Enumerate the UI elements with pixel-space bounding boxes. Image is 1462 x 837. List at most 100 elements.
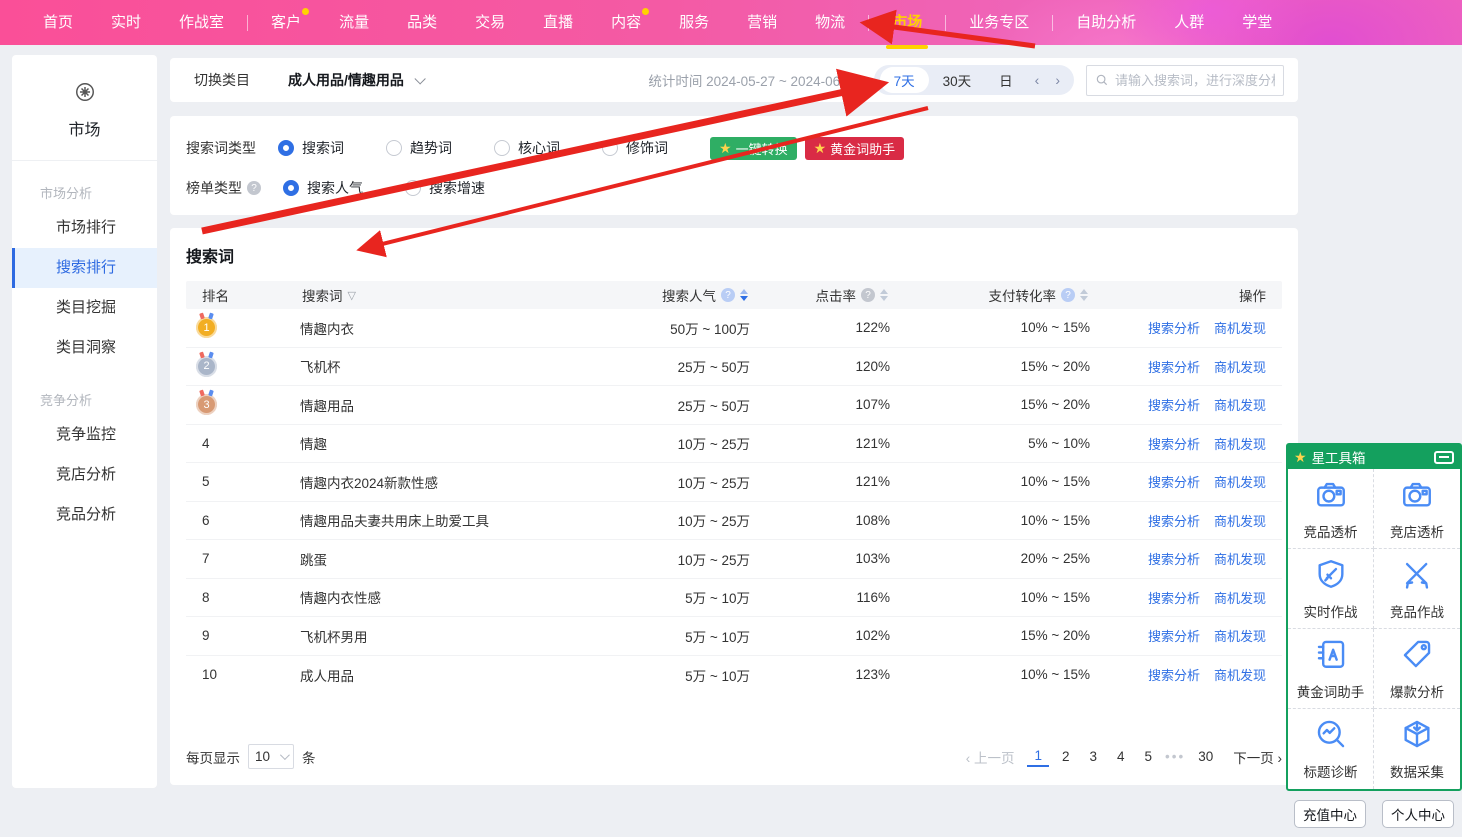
sidebar-item-0-2[interactable]: 类目挖掘 [12, 288, 157, 328]
help-icon[interactable]: ? [721, 288, 735, 302]
opportunity-discovery-link[interactable]: 商机发现 [1214, 511, 1266, 530]
sidebar-item-0-1[interactable]: 搜索排行 [12, 248, 157, 288]
word-type-radio-0[interactable]: 搜索词 [278, 138, 344, 158]
nav-item-7[interactable]: 直播 [543, 0, 573, 45]
search-analysis-link[interactable]: 搜索分析 [1148, 472, 1200, 491]
opportunity-discovery-link[interactable]: 商机发现 [1214, 588, 1266, 607]
sort-ctr[interactable] [880, 289, 888, 301]
toolbox-item-3[interactable]: 竞品作战 [1374, 549, 1460, 629]
toolbox-item-6[interactable]: 标题诊断 [1288, 709, 1374, 789]
nav-item-9[interactable]: 服务 [679, 0, 709, 45]
nav-item-6[interactable]: 交易 [475, 0, 505, 45]
sort-cvr[interactable] [1080, 289, 1088, 301]
page-number-5[interactable]: 5 [1138, 747, 1160, 766]
search-analysis-link[interactable]: 搜索分析 [1148, 395, 1200, 414]
nav-item-11[interactable]: 物流 [815, 0, 845, 45]
one-click-convert-button[interactable]: ★ 一键转换 [710, 137, 797, 160]
sidebar-item-1-0[interactable]: 竞争监控 [12, 415, 157, 455]
search-analysis-link[interactable]: 搜索分析 [1148, 588, 1200, 607]
opportunity-discovery-link[interactable]: 商机发现 [1214, 357, 1266, 376]
help-icon[interactable]: ? [247, 181, 261, 195]
sidebar-app-title: 市场 [12, 116, 157, 140]
search-analysis-link[interactable]: 搜索分析 [1148, 511, 1200, 530]
prev-date-arrow[interactable]: ‹ [1027, 72, 1048, 88]
toolbox-item-4[interactable]: 黄金词助手 [1288, 629, 1374, 709]
sidebar-item-1-1[interactable]: 竞店分析 [12, 455, 157, 495]
nav-item-4[interactable]: 流量 [339, 0, 369, 45]
shield-sword-icon [1314, 557, 1348, 594]
nav-item-5[interactable]: 品类 [407, 0, 437, 45]
search-analysis-link[interactable]: 搜索分析 [1148, 665, 1200, 684]
opportunity-discovery-link[interactable]: 商机发现 [1214, 472, 1266, 491]
toolbox-item-0[interactable]: 竞品透析 [1288, 469, 1374, 549]
word-cell: 成人用品 [300, 665, 610, 685]
search-analysis-link[interactable]: 搜索分析 [1148, 318, 1200, 337]
chevron-down-icon [414, 73, 425, 84]
golden-word-helper-button[interactable]: ★ 黄金词助手 [805, 137, 905, 160]
recharge-center-button[interactable]: 充值中心 [1294, 800, 1366, 828]
search-input-box[interactable] [1086, 65, 1284, 96]
opportunity-discovery-link[interactable]: 商机发现 [1214, 434, 1266, 453]
toolbox-item-2[interactable]: 实时作战 [1288, 549, 1374, 629]
help-icon[interactable]: ? [1061, 288, 1075, 302]
range-option-0[interactable]: 7天 [880, 67, 929, 93]
toolbox-header[interactable]: ★ 星工具箱 [1288, 445, 1460, 469]
word-type-radio-1[interactable]: 趋势词 [386, 138, 452, 158]
page-number-2[interactable]: 2 [1055, 747, 1077, 766]
opportunity-discovery-link[interactable]: 商机发现 [1214, 395, 1266, 414]
toolbox-item-5[interactable]: 爆款分析 [1374, 629, 1460, 709]
minimize-button[interactable] [1434, 451, 1454, 464]
nav-item-1[interactable]: 实时 [111, 0, 141, 45]
sidebar-item-0-3[interactable]: 类目洞察 [12, 328, 157, 368]
sidebar-item-0-0[interactable]: 市场排行 [12, 208, 157, 248]
page-number-1[interactable]: 1 [1027, 746, 1049, 767]
page-size-select[interactable]: 10 [248, 744, 294, 769]
personal-center-button[interactable]: 个人中心 [1382, 800, 1454, 828]
opportunity-discovery-link[interactable]: 商机发现 [1214, 626, 1266, 645]
search-analysis-link[interactable]: 搜索分析 [1148, 357, 1200, 376]
nav-item-10[interactable]: 营销 [747, 0, 777, 45]
page-number-30[interactable]: 30 [1191, 747, 1220, 766]
filter-funnel-icon[interactable]: ▽ [348, 289, 356, 302]
word-cell: 情趣用品 [300, 395, 610, 415]
page-number-3[interactable]: 3 [1082, 747, 1104, 766]
nav-item-3[interactable]: 客户 [271, 0, 301, 45]
word-type-radio-2[interactable]: 核心词 [494, 138, 560, 158]
nav-item-12[interactable]: 市场 [892, 0, 922, 45]
opportunity-discovery-link[interactable]: 商机发现 [1214, 665, 1266, 684]
word-cell: 情趣内衣 [300, 318, 610, 338]
search-analysis-link[interactable]: 搜索分析 [1148, 626, 1200, 645]
opportunity-discovery-link[interactable]: 商机发现 [1214, 318, 1266, 337]
prev-page-button[interactable]: ‹ 上一页 [966, 747, 1015, 767]
nav-item-16[interactable]: 学堂 [1242, 0, 1272, 45]
word-type-radio-3[interactable]: 修饰词 [602, 138, 668, 158]
nav-item-15[interactable]: 人群 [1174, 0, 1204, 45]
nav-item-2[interactable]: 作战室 [179, 0, 224, 45]
nav-item-14[interactable]: 自助分析 [1076, 0, 1136, 45]
search-analysis-link[interactable]: 搜索分析 [1148, 549, 1200, 568]
opportunity-discovery-link[interactable]: 商机发现 [1214, 549, 1266, 568]
nav-item-0[interactable]: 首页 [43, 0, 73, 45]
rank-type-radio-1[interactable]: 搜索增速 [405, 178, 485, 198]
sort-popularity[interactable] [740, 289, 748, 301]
nav-item-8[interactable]: 内容 [611, 0, 641, 45]
rank-medal-gold-icon: 1 [196, 317, 217, 338]
table-row-2: 2飞机杯25万 ~ 50万120%15% ~ 20%搜索分析商机发现 [186, 348, 1282, 387]
nav-item-13[interactable]: 业务专区 [969, 0, 1029, 45]
rank-type-radio-0[interactable]: 搜索人气 [283, 178, 363, 198]
ctr-cell: 120% [750, 359, 890, 374]
range-option-1[interactable]: 30天 [929, 67, 986, 93]
next-page-button[interactable]: 下一页 › [1233, 747, 1282, 767]
toolbox-item-7[interactable]: 数据采集 [1374, 709, 1460, 789]
next-date-arrow[interactable]: › [1047, 72, 1068, 88]
toolbox-item-1[interactable]: 竞店透析 [1374, 469, 1460, 549]
page-number-4[interactable]: 4 [1110, 747, 1132, 766]
help-icon[interactable]: ? [861, 288, 875, 302]
word-cell: 情趣用品夫妻共用床上助爱工具 [300, 510, 610, 530]
search-analysis-link[interactable]: 搜索分析 [1148, 434, 1200, 453]
range-option-2[interactable]: 日 [985, 67, 1027, 93]
sidebar-item-1-2[interactable]: 竞品分析 [12, 495, 157, 535]
search-input[interactable] [1115, 73, 1275, 88]
category-selector[interactable]: 成人用品/情趣用品 [288, 70, 422, 90]
rank-type-radios: 搜索人气 搜索增速 [283, 178, 527, 198]
